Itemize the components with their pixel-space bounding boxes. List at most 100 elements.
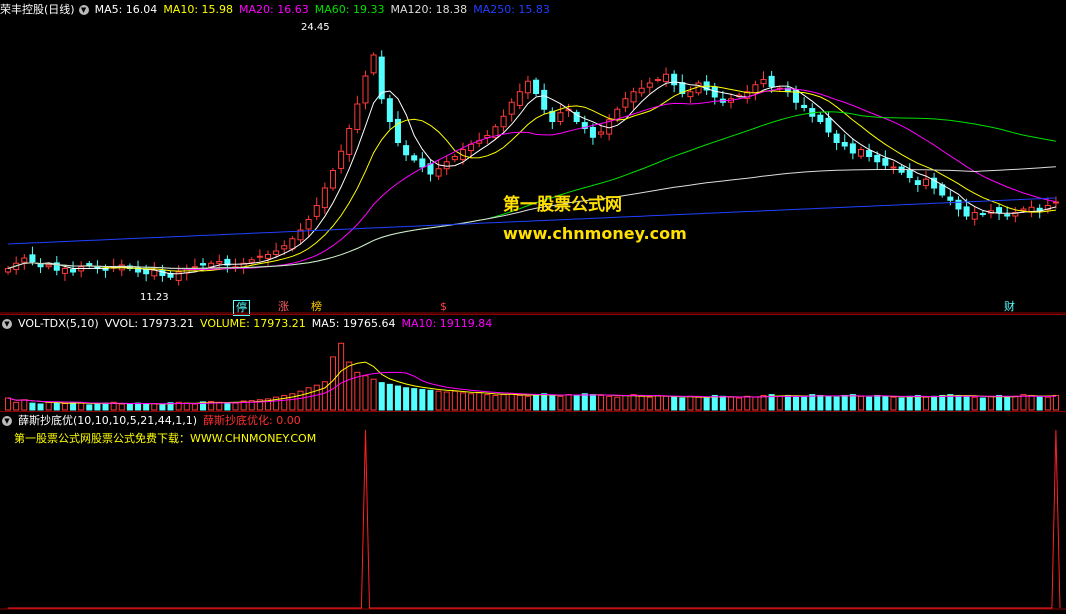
- volume-bar: [744, 395, 751, 411]
- volume-bar: [589, 394, 596, 411]
- volume-bar: [947, 394, 954, 411]
- volume-bar: [1012, 395, 1019, 411]
- candle-body: [963, 206, 970, 217]
- volume-bar: [102, 402, 109, 411]
- tag-dollar[interactable]: $: [438, 300, 449, 314]
- volume-bar: [370, 378, 377, 411]
- volume-bar: [484, 394, 491, 411]
- volume-bar: [638, 395, 645, 411]
- volume-bar: [606, 395, 613, 411]
- candle-body: [906, 169, 913, 178]
- volume-bar: [671, 396, 678, 411]
- volume-bar: [329, 356, 337, 411]
- volume-bar: [403, 387, 410, 411]
- volume-bar: [297, 390, 304, 411]
- volume-bar: [727, 396, 735, 411]
- candle-body: [687, 91, 694, 98]
- candle-body: [354, 103, 361, 131]
- candle-body: [386, 98, 393, 122]
- volume-bar: [776, 395, 783, 411]
- volume-chart[interactable]: [0, 315, 1066, 411]
- candle-body: [541, 89, 548, 110]
- volume-bar: [411, 388, 418, 411]
- volume-bar: [752, 396, 759, 411]
- candle-body: [890, 166, 897, 169]
- candle-body: [1004, 214, 1011, 217]
- candle-body: [589, 126, 596, 138]
- candle-body: [370, 54, 377, 74]
- candle-body: [500, 115, 507, 128]
- volume-bar: [305, 387, 312, 411]
- volume-bar: [468, 393, 475, 411]
- candle-body: [256, 255, 263, 258]
- candle-body: [216, 261, 223, 264]
- candle-body: [435, 168, 442, 177]
- candle-body: [199, 263, 207, 266]
- candle-body: [849, 143, 856, 154]
- volume-bar: [533, 394, 540, 411]
- volume-bar: [394, 385, 401, 411]
- volume-bar: [362, 375, 369, 411]
- candle-body: [841, 142, 848, 147]
- candle-body: [671, 73, 678, 86]
- volume-bar: [598, 394, 605, 411]
- volume-bar: [516, 394, 523, 411]
- candle-body: [914, 180, 921, 185]
- candle-body: [70, 269, 77, 273]
- candle-body: [630, 91, 637, 103]
- volume-bar: [13, 401, 20, 411]
- volume-bar: [143, 403, 150, 411]
- volume-bar: [346, 361, 353, 411]
- volume-bar: [45, 401, 52, 411]
- candle-body: [663, 73, 670, 83]
- candle-body: [817, 114, 824, 122]
- candle-body: [151, 269, 158, 277]
- volume-bar: [630, 394, 637, 411]
- candle-body: [996, 207, 1003, 214]
- candle-body: [411, 155, 418, 161]
- candle-body: [638, 87, 645, 94]
- volume-bar: [427, 389, 434, 411]
- volume-bar: [37, 403, 44, 411]
- low-price-label: 11.23: [140, 292, 169, 303]
- volume-bar: [711, 394, 718, 411]
- volume-bar: [451, 390, 458, 411]
- tag-limit-up[interactable]: 涨: [276, 300, 291, 314]
- volume-bar: [191, 403, 198, 411]
- candle-body: [768, 75, 775, 87]
- volume-bar: [622, 394, 629, 411]
- candle-body: [248, 259, 255, 263]
- volume-bar: [61, 403, 68, 411]
- volume-bar: [159, 404, 166, 411]
- volume-bar: [443, 391, 450, 411]
- volume-bar: [996, 394, 1003, 411]
- watermark-title: 第一股票公式网: [503, 195, 622, 215]
- candle-body: [866, 150, 873, 158]
- volume-bar: [378, 382, 385, 411]
- volume-bar: [817, 394, 824, 411]
- candle-body: [979, 213, 986, 216]
- candle-body: [508, 101, 515, 115]
- volume-bar: [663, 395, 670, 411]
- volume-bar: [557, 395, 564, 411]
- candle-body: [21, 257, 28, 263]
- volume-bar: [313, 384, 320, 411]
- volume-bar: [581, 393, 588, 411]
- candle-body: [874, 154, 881, 163]
- volume-bar: [760, 394, 767, 411]
- volume-bar: [118, 403, 125, 411]
- volume-bar: [492, 394, 499, 411]
- volume-bar: [857, 395, 865, 411]
- volume-bar: [801, 395, 808, 411]
- candle-body: [29, 254, 36, 263]
- indicator-chart[interactable]: [0, 412, 1066, 614]
- candle-body: [654, 79, 661, 81]
- tag-ranking[interactable]: 榜: [309, 300, 324, 314]
- volume-bar: [183, 402, 190, 411]
- candle-body: [1020, 208, 1027, 211]
- stock-chart-window: 荣丰控股(日线) ▼ MA5: 16.04 MA10: 15.98 MA20: 16.6…: [0, 0, 1066, 614]
- tag-finance[interactable]: 财: [1002, 300, 1017, 314]
- volume-bar: [508, 393, 515, 411]
- candlestick-chart[interactable]: [0, 0, 1066, 314]
- candle-body: [971, 212, 978, 220]
